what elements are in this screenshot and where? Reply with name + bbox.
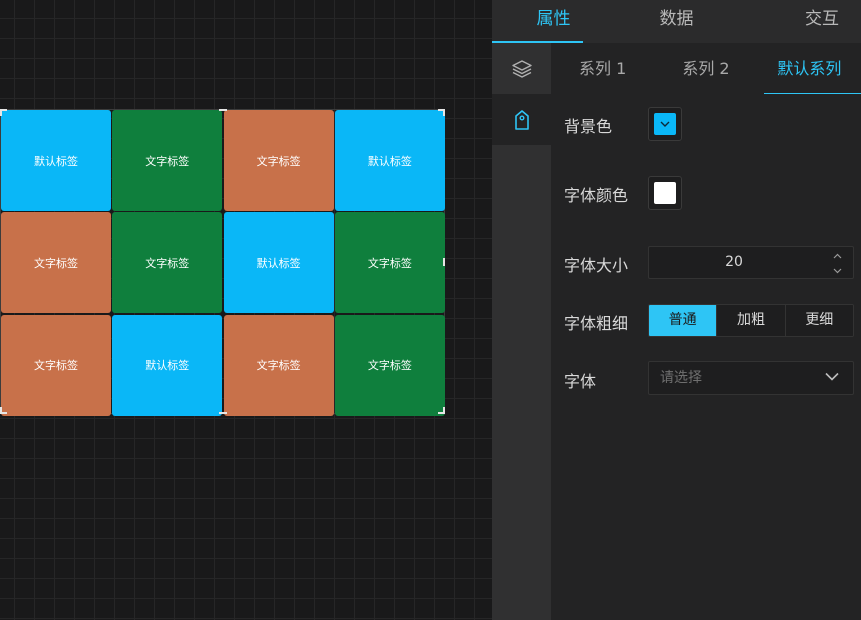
grid-cell[interactable]: 默认标签	[334, 110, 445, 211]
grid-cell[interactable]: 文字标签	[334, 314, 445, 416]
chevron-down-icon	[825, 372, 839, 381]
tab-properties[interactable]: 属性	[492, 0, 615, 43]
decrement-button[interactable]	[821, 263, 853, 278]
grid-cell[interactable]: 文字标签	[1, 212, 111, 314]
font-weight-segmented: 普通 加粗 更细	[648, 304, 854, 337]
resize-handle-top-right[interactable]	[438, 109, 445, 116]
font-color-swatch	[654, 182, 676, 204]
resize-handle-bottom[interactable]	[219, 412, 227, 414]
resize-handle-right[interactable]	[443, 258, 445, 266]
grid-cell[interactable]: 文字标签	[112, 212, 223, 314]
tab-series-2[interactable]: 系列 2	[654, 43, 757, 94]
grid-cell[interactable]: 默认标签	[223, 212, 334, 314]
tag-icon	[514, 109, 529, 130]
tab-interaction[interactable]: 交互	[738, 0, 861, 43]
resize-handle-top[interactable]	[219, 109, 227, 111]
panel-side-rail	[492, 43, 551, 620]
layers-button[interactable]	[492, 43, 551, 94]
layers-icon	[511, 59, 532, 78]
font-size-label: 字体大小	[564, 256, 629, 275]
label-grid-widget[interactable]: 默认标签 文字标签 文字标签 默认标签 文字标签 文字标签 默认标签 文字标签 …	[0, 109, 445, 416]
grid-cell[interactable]: 文字标签	[223, 110, 334, 211]
font-size-input[interactable]: 20	[649, 247, 819, 278]
chevron-down-icon	[833, 268, 841, 273]
background-color-label: 背景色	[564, 117, 613, 136]
resize-handle-bottom-right[interactable]	[438, 407, 445, 414]
grid-cell[interactable]: 文字标签	[1, 314, 111, 416]
tag-button[interactable]	[492, 94, 551, 145]
font-family-label: 字体	[564, 372, 597, 391]
background-color-picker[interactable]	[648, 107, 682, 141]
weight-bold-button[interactable]: 加粗	[716, 305, 785, 336]
series-tabs: 系列 1 系列 2 默认系列	[551, 43, 861, 94]
resize-handle-top-left[interactable]	[0, 109, 7, 116]
increment-button[interactable]	[821, 248, 853, 263]
font-family-select[interactable]: 请选择	[648, 361, 854, 395]
font-family-placeholder: 请选择	[660, 370, 702, 386]
grid-cell[interactable]: 文字标签	[112, 110, 223, 211]
resize-handle-bottom-left[interactable]	[0, 407, 7, 414]
properties-panel: 属性 数据 交互 系列 1 系列 2 默认系列 背景色 字体颜色 字体大小 20…	[492, 0, 861, 620]
grid-cell[interactable]: 默认标签	[112, 314, 223, 416]
grid-cell[interactable]: 文字标签	[334, 212, 445, 314]
font-size-stepper[interactable]: 20	[648, 246, 854, 279]
background-color-swatch	[654, 113, 676, 135]
font-color-picker[interactable]	[648, 176, 682, 210]
chevron-up-icon	[833, 253, 841, 258]
grid-cell[interactable]: 默认标签	[1, 110, 111, 211]
tab-default-series[interactable]: 默认系列	[758, 43, 861, 94]
panel-top-tabs: 属性 数据 交互	[492, 0, 861, 43]
tab-series-1[interactable]: 系列 1	[551, 43, 654, 94]
font-color-label: 字体颜色	[564, 186, 629, 205]
font-weight-label: 字体粗细	[564, 314, 629, 333]
tab-data[interactable]: 数据	[615, 0, 738, 43]
weight-normal-button[interactable]: 普通	[649, 305, 717, 336]
design-canvas[interactable]: 默认标签 文字标签 文字标签 默认标签 文字标签 文字标签 默认标签 文字标签 …	[0, 0, 492, 620]
chevron-down-icon	[660, 121, 670, 127]
grid-cell[interactable]: 文字标签	[223, 314, 334, 416]
weight-lighter-button[interactable]: 更细	[784, 305, 853, 336]
